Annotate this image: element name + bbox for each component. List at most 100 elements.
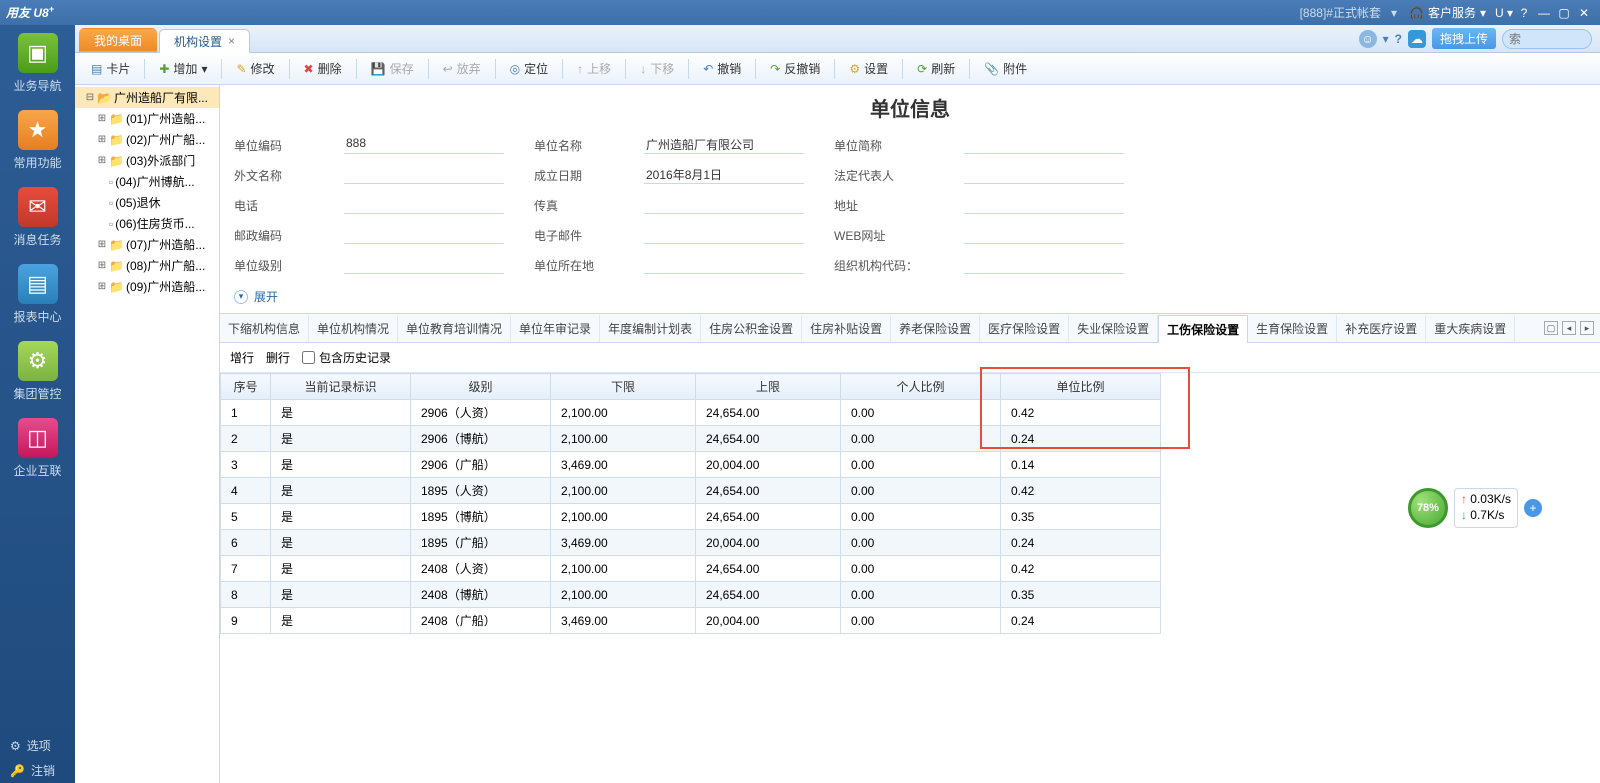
inner-tab[interactable]: 补充医疗设置 bbox=[1337, 315, 1426, 342]
nav-favorites[interactable]: ★常用功能 bbox=[8, 110, 68, 171]
table-row[interactable]: 6是1895（广船）3,469.0020,004.000.000.24 bbox=[221, 530, 1161, 556]
minimize-button[interactable]: — bbox=[1534, 6, 1554, 20]
table-cell: 是 bbox=[271, 504, 411, 530]
inner-tab-active[interactable]: 工伤保险设置 bbox=[1158, 315, 1248, 343]
table-cell: 0.42 bbox=[1001, 556, 1161, 582]
table-row[interactable]: 1是2906（人资）2,100.0024,654.000.000.42 bbox=[221, 400, 1161, 426]
form-value bbox=[964, 256, 1124, 274]
form-label: 外文名称 bbox=[234, 167, 314, 184]
close-window-button[interactable]: ✕ bbox=[1574, 6, 1594, 20]
refresh-button[interactable]: ⟳刷新 bbox=[909, 57, 963, 80]
tree-node[interactable]: ⊞📁(01)广州造船... bbox=[75, 108, 219, 129]
u-dropdown[interactable]: U ▾ bbox=[1494, 6, 1514, 20]
nav-group[interactable]: ⚙集团管控 bbox=[8, 341, 68, 402]
arrow-up-icon: ↑ bbox=[577, 62, 583, 76]
form-value bbox=[964, 226, 1124, 244]
customer-service[interactable]: 🎧 客户服务 ▾ bbox=[1409, 4, 1486, 21]
delete-button[interactable]: ✖删除 bbox=[296, 57, 350, 80]
history-checkbox-wrapper[interactable]: 包含历史记录 bbox=[302, 349, 391, 366]
toolbar: ▤卡片 ✚增加 ▾ ✎修改 ✖删除 💾保存 ↩放弃 ◎定位 ↑上移 ↓下移 ↶撤… bbox=[75, 53, 1600, 85]
table-row[interactable]: 7是2408（人资）2,100.0024,654.000.000.42 bbox=[221, 556, 1161, 582]
nav-options[interactable]: ⚙选项 bbox=[0, 733, 75, 758]
help-button[interactable]: ? bbox=[1514, 6, 1534, 20]
delrow-button[interactable]: 删行 bbox=[266, 349, 290, 366]
attachment-button[interactable]: 📎附件 bbox=[976, 57, 1035, 80]
inner-tab[interactable]: 住房补贴设置 bbox=[802, 315, 891, 342]
help-icon[interactable]: ? bbox=[1395, 32, 1402, 46]
history-checkbox[interactable] bbox=[302, 351, 315, 364]
network-widget[interactable]: 78% 0.03K/s 0.7K/s + bbox=[1408, 488, 1542, 528]
inner-tab[interactable]: 下缩机构信息 bbox=[220, 315, 309, 342]
nav-logout[interactable]: 🔑注销 bbox=[0, 758, 75, 783]
key-icon: 🔑 bbox=[10, 764, 25, 778]
tab-nav-next[interactable]: ▸ bbox=[1580, 321, 1594, 335]
addrow-button[interactable]: 增行 bbox=[230, 349, 254, 366]
inner-tab[interactable]: 失业保险设置 bbox=[1069, 315, 1158, 342]
nav-business[interactable]: ▣业务导航 bbox=[8, 33, 68, 94]
inner-tab[interactable]: 生育保险设置 bbox=[1248, 315, 1337, 342]
locate-button[interactable]: ◎定位 bbox=[502, 57, 557, 80]
tab-nav-expand[interactable]: ▢ bbox=[1544, 321, 1558, 335]
inner-tab[interactable]: 养老保险设置 bbox=[891, 315, 980, 342]
table-cell: 2,100.00 bbox=[551, 582, 696, 608]
cloud-icon[interactable]: ☁ bbox=[1408, 30, 1426, 48]
table-cell: 0.00 bbox=[841, 556, 1001, 582]
expand-toggle[interactable]: ▾ 展开 bbox=[220, 284, 1600, 313]
tab-desktop[interactable]: 我的桌面 bbox=[79, 28, 157, 52]
form-value: 广州造船厂有限公司 bbox=[644, 136, 804, 154]
inner-tab[interactable]: 单位机构情况 bbox=[309, 315, 398, 342]
account-label[interactable]: [888]#正式帐套 bbox=[1300, 4, 1381, 21]
left-nav: ▣业务导航 ★常用功能 ✉消息任务 ▤报表中心 ⚙集团管控 ◫企业互联 ⚙选项 … bbox=[0, 25, 75, 783]
tab-org-settings[interactable]: 机构设置× bbox=[159, 29, 250, 53]
inner-tab[interactable]: 年度编制计划表 bbox=[600, 315, 701, 342]
nav-enterprise[interactable]: ◫企业互联 bbox=[8, 418, 68, 479]
upload-drag-button[interactable]: 拖拽上传 bbox=[1432, 28, 1496, 49]
tree-node[interactable]: ⊞📁(02)广州广船... bbox=[75, 129, 219, 150]
form-label: 单位级别 bbox=[234, 257, 314, 274]
table-cell: 24,654.00 bbox=[696, 426, 841, 452]
table-row[interactable]: 8是2408（博航）2,100.0024,654.000.000.35 bbox=[221, 582, 1161, 608]
maximize-button[interactable]: ▢ bbox=[1554, 6, 1574, 20]
table-row[interactable]: 4是1895（人资）2,100.0024,654.000.000.42 bbox=[221, 478, 1161, 504]
inner-tab[interactable]: 重大疾病设置 bbox=[1426, 315, 1515, 342]
account-dropdown-icon[interactable]: ▾ bbox=[1391, 6, 1397, 20]
tree-root[interactable]: ⊟📂广州造船厂有限... bbox=[75, 87, 219, 108]
inner-tab[interactable]: 医疗保险设置 bbox=[980, 315, 1069, 342]
tree-node[interactable]: ⊞📁(08)广州广船... bbox=[75, 255, 219, 276]
table-cell: 是 bbox=[271, 608, 411, 634]
undo-icon: ↶ bbox=[703, 62, 713, 76]
tab-nav-prev[interactable]: ◂ bbox=[1562, 321, 1576, 335]
card-button[interactable]: ▤卡片 bbox=[83, 57, 138, 80]
table-row[interactable]: 9是2408（广船）3,469.0020,004.000.000.24 bbox=[221, 608, 1161, 634]
table-row[interactable]: 5是1895（博航）2,100.0024,654.000.000.35 bbox=[221, 504, 1161, 530]
table-cell: 是 bbox=[271, 452, 411, 478]
tree-node[interactable]: ▫(06)住房货币... bbox=[75, 213, 219, 234]
table-cell: 是 bbox=[271, 478, 411, 504]
table-row[interactable]: 2是2906（博航）2,100.0024,654.000.000.24 bbox=[221, 426, 1161, 452]
smiley-icon[interactable]: ☺ bbox=[1359, 30, 1377, 48]
table-cell: 0.24 bbox=[1001, 426, 1161, 452]
inner-tab[interactable]: 住房公积金设置 bbox=[701, 315, 802, 342]
tree-node[interactable]: ▫(05)退休 bbox=[75, 192, 219, 213]
form-label: 电话 bbox=[234, 197, 314, 214]
close-tab-icon[interactable]: × bbox=[228, 34, 235, 48]
nav-reports[interactable]: ▤报表中心 bbox=[8, 264, 68, 325]
undo-button[interactable]: ↶撤销 bbox=[695, 57, 749, 80]
inner-tab[interactable]: 单位年审记录 bbox=[511, 315, 600, 342]
tree-node[interactable]: ▫(04)广州博航... bbox=[75, 171, 219, 192]
search-input[interactable] bbox=[1502, 29, 1592, 49]
tree-node[interactable]: ⊞📁(07)广州造船... bbox=[75, 234, 219, 255]
network-plus-icon[interactable]: + bbox=[1524, 499, 1542, 517]
settings-button[interactable]: ⚙设置 bbox=[841, 57, 896, 80]
tree-node[interactable]: ⊞📁(03)外派部门 bbox=[75, 150, 219, 171]
movedown-button: ↓下移 bbox=[632, 57, 682, 80]
inner-tab[interactable]: 单位教育培训情况 bbox=[398, 315, 511, 342]
nav-messages[interactable]: ✉消息任务 bbox=[8, 187, 68, 248]
table-row[interactable]: 3是2906（广船）3,469.0020,004.000.000.14 bbox=[221, 452, 1161, 478]
th-flag: 当前记录标识 bbox=[271, 374, 411, 400]
redo-button[interactable]: ↷反撤销 bbox=[762, 57, 828, 80]
tree-node[interactable]: ⊞📁(09)广州造船... bbox=[75, 276, 219, 297]
table-cell: 6 bbox=[221, 530, 271, 556]
edit-button[interactable]: ✎修改 bbox=[228, 57, 282, 80]
add-button[interactable]: ✚增加 ▾ bbox=[151, 57, 215, 80]
